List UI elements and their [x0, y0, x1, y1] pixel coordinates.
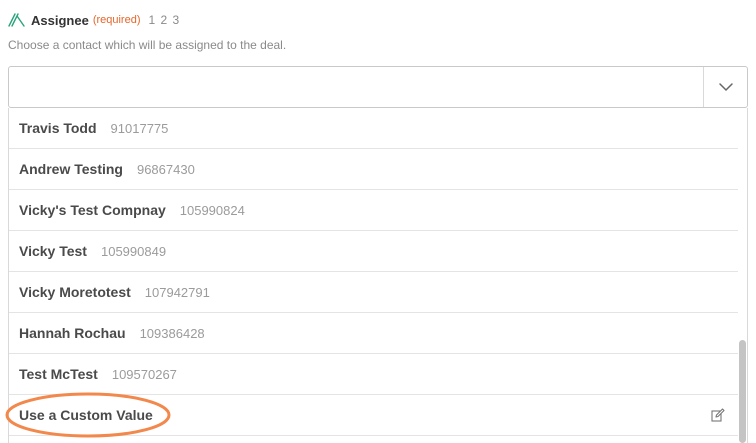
custom-value-label: Use a Custom Value — [19, 407, 153, 423]
scrollbar-thumb[interactable] — [739, 340, 746, 443]
chevron-down-icon — [718, 83, 733, 92]
list-item[interactable]: Andrew Testing 96867430 — [9, 149, 739, 190]
list-item[interactable]: Vicky Test 105990849 — [9, 231, 739, 272]
option-name: Vicky Moretotest — [19, 284, 131, 300]
field-label: Assignee — [31, 12, 89, 28]
required-badge: (required) — [92, 14, 141, 26]
option-id: 91017775 — [110, 120, 169, 136]
assignee-select[interactable] — [8, 66, 748, 108]
list-item[interactable]: Travis Todd 91017775 — [9, 108, 739, 149]
assignee-search-input[interactable] — [9, 67, 704, 107]
option-name: Hannah Rochau — [19, 325, 126, 341]
option-id: 105990824 — [179, 202, 245, 218]
field-header: Assignee (required) 1 2 3 — [8, 10, 180, 30]
option-name: Travis Todd — [19, 120, 97, 136]
option-id: 107942791 — [144, 284, 210, 300]
option-id: 109386428 — [139, 325, 205, 341]
list-item[interactable]: Vicky Moretotest 107942791 — [9, 272, 739, 313]
dropdown-toggle-button[interactable] — [703, 67, 747, 107]
list-item[interactable]: Test McTest 109570267 — [9, 354, 739, 395]
option-id: 96867430 — [136, 161, 195, 177]
edit-icon — [711, 408, 725, 422]
option-id: 105990849 — [100, 243, 167, 259]
list-item[interactable]: Hannah Rochau 109386428 — [9, 313, 739, 354]
option-id: 109570267 — [111, 366, 177, 382]
option-name: Andrew Testing — [19, 161, 123, 177]
use-custom-value-option[interactable]: Use a Custom Value — [9, 395, 739, 436]
option-name: Vicky's Test Compnay — [19, 202, 166, 218]
scrollbar-track[interactable] — [738, 108, 747, 443]
dropdown-list: Travis Todd 91017775 Andrew Testing 9686… — [8, 108, 748, 443]
step-indicator: 1 2 3 — [148, 13, 181, 27]
field-help-text: Choose a contact which will be assigned … — [8, 38, 287, 52]
zapier-field-icon — [8, 13, 25, 27]
list-item[interactable]: Vicky's Test Compnay 105990824 — [9, 190, 739, 231]
option-name: Vicky Test — [19, 243, 87, 259]
option-name: Test McTest — [19, 366, 98, 382]
